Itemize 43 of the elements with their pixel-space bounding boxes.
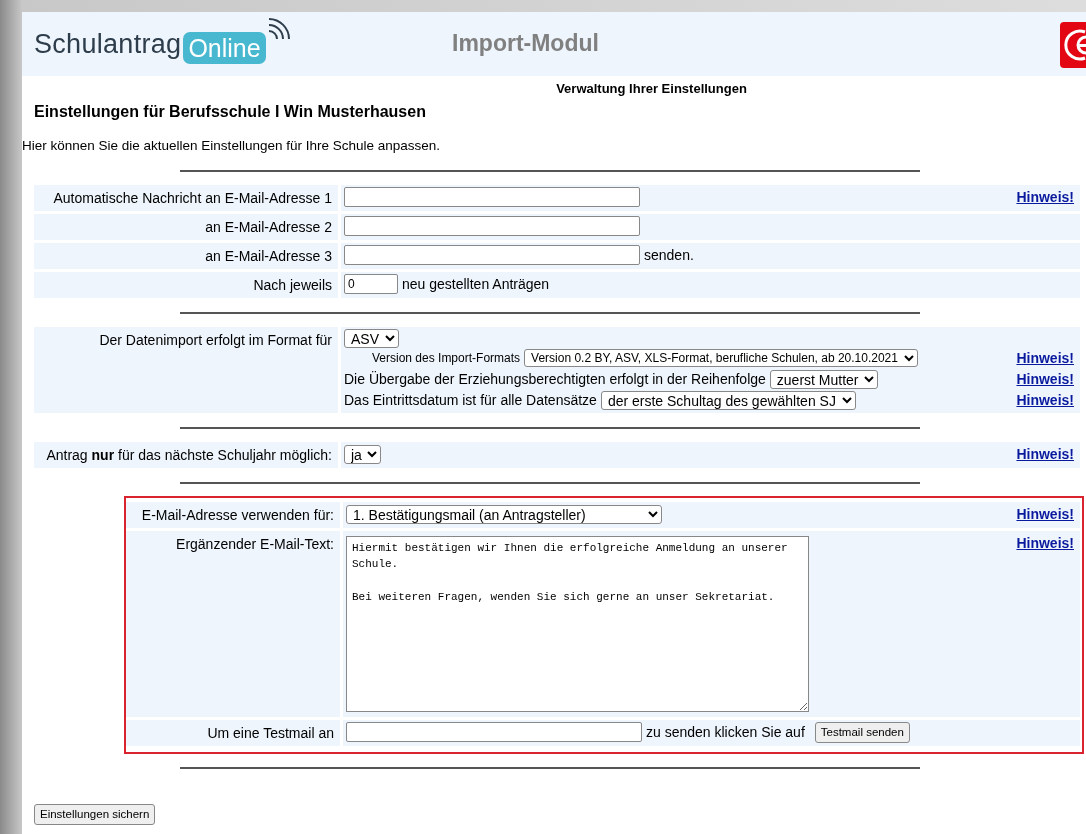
email-field[interactable] [346, 722, 642, 743]
field-text: Die Übergabe der Erziehungsberechtigten erfolgt in der Reihenfolge [344, 369, 766, 389]
hint-link[interactable]: Hinweis! [1016, 443, 1074, 465]
field-label: Der Datenimport erfolgt im Format für [34, 326, 338, 413]
logo-badge: Online [183, 32, 266, 65]
field-text: zu senden klicken Sie auf [646, 722, 805, 742]
send-test-button[interactable]: Testmail senden [814, 721, 910, 743]
logo-text: Schulantrag [34, 27, 182, 61]
hint-link[interactable]: Hinweis! [1016, 368, 1074, 390]
dropdown[interactable]: 1. Bestätigungsmail (an Antragsteller) [346, 504, 662, 524]
email-field[interactable] [344, 187, 640, 208]
field-label: Um eine Testmail an [125, 719, 340, 746]
hint-link[interactable]: Hinweis! [1016, 347, 1074, 369]
hint-link[interactable]: Hinweis! [1016, 532, 1074, 554]
field-text: neu gestellten Anträgen [402, 274, 550, 294]
settings-heading: Einstellungen für Berufsschule I Win Musterhausen [34, 101, 427, 122]
hint-link[interactable]: Hinweis! [1016, 503, 1074, 525]
field-label: Ergänzender E-Mail-Text: [125, 530, 340, 717]
field-label: Automatische Nachricht an E-Mail-Adresse 1 [34, 184, 338, 211]
subtitle: Verwaltung Ihrer Einstellungen [555, 80, 748, 98]
dropdown[interactable]: zuerst Mutter [769, 369, 878, 389]
dropdown[interactable]: ASV [344, 328, 399, 348]
save-settings-button[interactable]: Einstellungen sichern [34, 803, 156, 825]
email-field[interactable] [344, 245, 640, 266]
logo-icon [1060, 22, 1086, 68]
field-label: Nach jeweils [34, 271, 338, 298]
message-textarea[interactable]: Hiermit bestätigen wir Ihnen die erfolgreiche Anmeldung an unserer Schule. Bei weiteren Fragen, wenden Sie sich gerne an unser Sekretariat. [346, 535, 809, 712]
field-label: Antrag nur für das nächste Schuljahr möglich: [34, 441, 338, 468]
field-label: an E-Mail-Adresse 3 [34, 242, 338, 269]
dropdown[interactable]: ja [344, 444, 381, 464]
field-text: Das Eintrittsdatum ist für alle Datensätze [344, 390, 597, 410]
field-label: an E-Mail-Adresse 2 [34, 213, 338, 240]
hint-link[interactable]: Hinweis! [1016, 186, 1074, 208]
hint-link[interactable]: Hinweis! [1016, 389, 1074, 411]
number-field[interactable]: 0 [344, 274, 398, 295]
field-text: senden. [644, 245, 694, 265]
intro-text: Hier können Sie die aktuellen Einstellungen für Ihre Schule anpassen. [22, 136, 442, 155]
dropdown[interactable]: der erste Schultag des gewählten SJ [600, 390, 856, 410]
dropdown[interactable]: Version 0.2 BY, ASV, XLS-Format, berufliche Schulen, ab 20.10.2021 [524, 349, 919, 368]
field-text: Version des Import-Formats [372, 350, 521, 368]
email-field[interactable] [344, 215, 640, 236]
page-title: Import-Modul [452, 29, 599, 58]
field-label: E-Mail-Adresse verwenden für: [125, 501, 340, 528]
